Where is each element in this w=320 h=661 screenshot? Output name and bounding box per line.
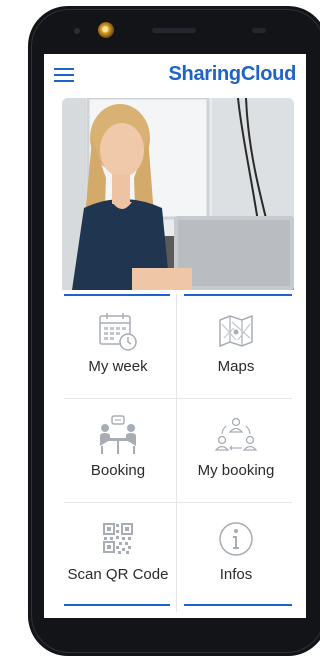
tile-label: Booking [90,462,146,479]
tile-maps[interactable]: Maps [176,294,296,398]
map-icon [214,310,258,352]
tile-my-week[interactable]: My week [60,294,176,398]
menu-grid: My week Maps Booking My booking Scan QR … [60,294,296,612]
tile-label: Maps [217,358,255,375]
front-camera [98,22,114,38]
tile-label: Scan QR Code [67,566,169,583]
app-screen: SharingCloud My week Maps Booking My boo… [44,54,306,618]
tile-label: Infos [219,566,253,583]
tile-label: My booking [197,462,275,479]
tile-infos[interactable]: Infos [176,502,296,606]
calendar-clock-icon [96,310,140,352]
earpiece-speaker [152,28,196,33]
light-sensor [252,28,266,33]
meeting-icon [96,414,140,456]
hamburger-menu-icon[interactable] [54,68,74,82]
tile-label: My week [88,358,148,375]
qr-code-icon [96,518,140,560]
people-cycle-icon [214,414,258,456]
proximity-sensor [74,28,80,34]
app-header: SharingCloud [44,54,306,96]
info-icon [214,518,258,560]
tile-scan-qr-code[interactable]: Scan QR Code [60,502,176,606]
tile-booking[interactable]: Booking [60,398,176,502]
hero-photo [62,98,294,290]
tile-my-booking[interactable]: My booking [176,398,296,502]
brand-logo: SharingCloud [168,63,296,85]
